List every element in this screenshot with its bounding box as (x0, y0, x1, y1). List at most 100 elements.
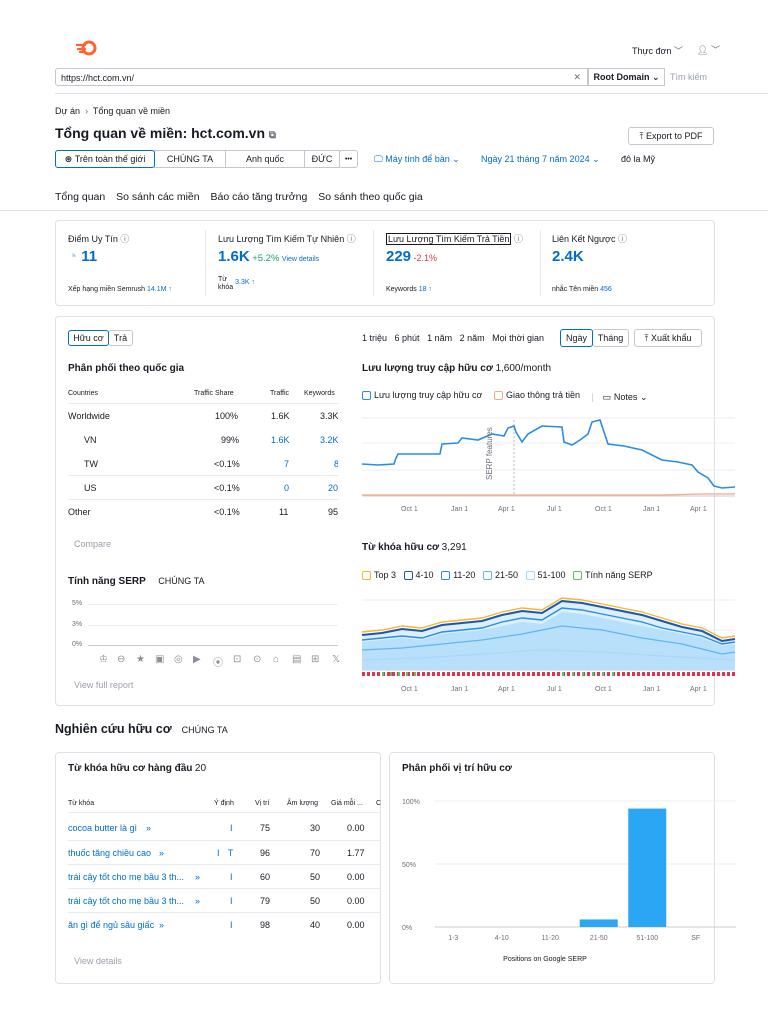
range-6m[interactable]: 6 phút (395, 333, 420, 343)
location-icon[interactable]: ⊙ (253, 654, 261, 665)
legend-51-100[interactable]: 51-100 (525, 570, 566, 580)
authority-value[interactable]: ◔ 11 (68, 248, 129, 265)
x-icon[interactable]: 𝕏 (332, 654, 340, 665)
info-icon[interactable]: ⓘ (618, 234, 627, 244)
keyword-link[interactable]: ăn gì để ngủ sâu giấc (68, 920, 154, 930)
col-position[interactable]: Vị trí (255, 800, 269, 807)
search-button[interactable]: Tìm kiếm (670, 72, 707, 82)
legend-organic[interactable]: Lưu lượng truy cập hữu cơ (362, 390, 482, 400)
comment-icon[interactable]: ⊡ (233, 654, 241, 665)
export-button[interactable]: ⤒ Xuất khẩu (634, 329, 702, 347)
date-select[interactable]: Ngày 21 tháng 7 năm 2024 ⌄ (481, 154, 600, 165)
serp-link-icon[interactable]: » (195, 896, 200, 906)
col-c[interactable]: C (376, 800, 381, 807)
col-cpc[interactable]: Giá mỗi ... (331, 800, 363, 807)
country-traffic[interactable]: 0 (284, 483, 289, 493)
legend-paid[interactable]: Giao thông trả tiền (493, 390, 580, 400)
research-region[interactable]: CHÚNG TA (182, 725, 228, 735)
view-details-link[interactable]: View details (282, 256, 319, 263)
info-icon[interactable]: ⓘ (347, 234, 356, 244)
star-icon[interactable]: ★ (136, 654, 145, 665)
legend-11-20[interactable]: 11-20 (441, 570, 475, 580)
serp-link-icon[interactable]: » (159, 920, 164, 930)
keyword-link[interactable]: trái cây tốt cho mẹ bầu 3 th... (68, 896, 184, 906)
granularity-day[interactable]: Ngày (560, 329, 593, 347)
serp-link-icon[interactable]: » (195, 872, 200, 882)
academy-icon[interactable]: ⌂ (273, 654, 279, 665)
image-icon[interactable]: ▣ (155, 654, 164, 665)
tab-overview[interactable]: Tổng quan (55, 191, 105, 203)
region-tab-us[interactable]: CHÚNG TA (154, 150, 226, 168)
paid-value[interactable]: 229 (386, 248, 411, 265)
view-full-report-link[interactable]: View full report (74, 680, 133, 690)
menu-button[interactable]: Thực đơn ﹀ (632, 44, 683, 57)
region-tab-uk[interactable]: Anh quốc (225, 150, 305, 168)
shop-icon[interactable]: ⊞ (311, 654, 319, 665)
legend-serp[interactable]: Tính năng SERP (573, 570, 653, 580)
tab-compare-domains[interactable]: So sánh các miền (116, 191, 199, 203)
paid-kw-value[interactable]: 18 ↑ (419, 286, 432, 293)
compare-button[interactable]: Compare (74, 539, 111, 549)
country-keywords[interactable]: 8 (334, 459, 338, 469)
news-icon[interactable]: ▤ (292, 654, 301, 665)
backlinks-value[interactable]: 2.4K (552, 248, 627, 265)
col-volume[interactable]: Âm lượng (287, 800, 318, 807)
breadcrumb-root[interactable]: Dự án (55, 106, 80, 116)
user-menu[interactable]: 👤︎ ﹀ (697, 43, 720, 56)
range-all[interactable]: Mọi thời gian (492, 333, 544, 343)
link-icon[interactable]: ⊖ (117, 654, 125, 665)
bar[interactable] (579, 919, 618, 927)
root-domain-select[interactable]: Root Domain ⌄ (588, 68, 665, 86)
more-regions-button[interactable]: ••• (339, 150, 358, 168)
clear-icon[interactable]: ✕ (573, 72, 581, 83)
legend-top3[interactable]: Top 3 (362, 570, 396, 580)
tab-growth-report[interactable]: Báo cáo tăng trưởng (211, 191, 308, 203)
info-icon[interactable]: ⓘ (514, 234, 523, 244)
tab-compare-countries[interactable]: So sánh theo quốc gia (318, 191, 423, 203)
device-select[interactable]: 🖵︎ Máy tính để bàn ⌄ (374, 154, 460, 165)
serp-link-icon[interactable]: » (146, 823, 151, 833)
bar[interactable] (628, 808, 667, 927)
crown-icon[interactable]: ♔ (99, 654, 108, 665)
view-details-button[interactable]: View details (74, 956, 122, 966)
country-keywords[interactable]: 20 (328, 483, 338, 493)
serp-region[interactable]: CHÚNG TA (158, 576, 204, 586)
play-icon[interactable]: ⦿ (213, 654, 223, 669)
paid-toggle[interactable]: Trả (108, 330, 133, 346)
semrush-logo-icon[interactable] (75, 40, 98, 56)
col-keywords[interactable]: Keywords (304, 390, 335, 397)
serp-link-icon[interactable]: » (159, 848, 164, 858)
traffic-chart[interactable]: SERP features (362, 410, 735, 506)
granularity-month[interactable]: Tháng (592, 329, 629, 347)
external-link-icon[interactable]: ⧉ (269, 130, 276, 141)
domain-search-input[interactable]: https://hct.com.vn/ ✕ (55, 68, 588, 86)
organic-toggle[interactable]: Hữu cơ (68, 330, 109, 346)
range-2y[interactable]: 2 năm (460, 333, 485, 343)
range-1y[interactable]: 1 năm (427, 333, 452, 343)
keywords-chart[interactable] (362, 590, 735, 686)
range-1m[interactable]: 1 triệu (362, 333, 387, 343)
video-icon[interactable]: ▶ (193, 654, 201, 665)
export-pdf-button[interactable]: ⤒ Export to PDF (628, 127, 714, 145)
col-intent[interactable]: Ý định (214, 800, 234, 807)
keyword-link[interactable]: thuốc tăng chiều cao (68, 848, 151, 858)
keyword-link[interactable]: cocoa butter là gì (68, 823, 137, 833)
organic-value[interactable]: 1.6K (218, 248, 250, 265)
region-tab-de[interactable]: ĐỨC (304, 150, 340, 168)
info-icon[interactable]: ⓘ (120, 234, 129, 244)
legend-4-10[interactable]: 4-10 (403, 570, 434, 580)
position-distribution-chart[interactable]: 100% 50% 0% 1-3 4-10 11-20 21-50 51-100 SF Positi… (390, 790, 736, 972)
target-icon[interactable]: ◎ (174, 654, 183, 665)
col-share[interactable]: Traffic Share (194, 390, 234, 397)
col-traffic[interactable]: Traffic (270, 390, 289, 397)
keyword-link[interactable]: trái cây tốt cho mẹ bầu 3 th... (68, 872, 184, 882)
rank-value[interactable]: 14.1M ↑ (147, 286, 172, 293)
organic-kw-value[interactable]: 3.3K ↑ (235, 279, 255, 286)
currency-label[interactable]: đô la Mỹ (621, 154, 655, 164)
notes-button[interactable]: ▭ Notes ⌄ (602, 392, 647, 403)
country-keywords[interactable]: 3.2K (320, 435, 338, 445)
region-tab-worldwide[interactable]: ⊛ Trên toàn thế giới (55, 150, 155, 168)
country-traffic[interactable]: 1.6K (271, 435, 290, 445)
referring-domains-value[interactable]: 456 (600, 286, 612, 293)
country-traffic[interactable]: 7 (284, 459, 289, 469)
